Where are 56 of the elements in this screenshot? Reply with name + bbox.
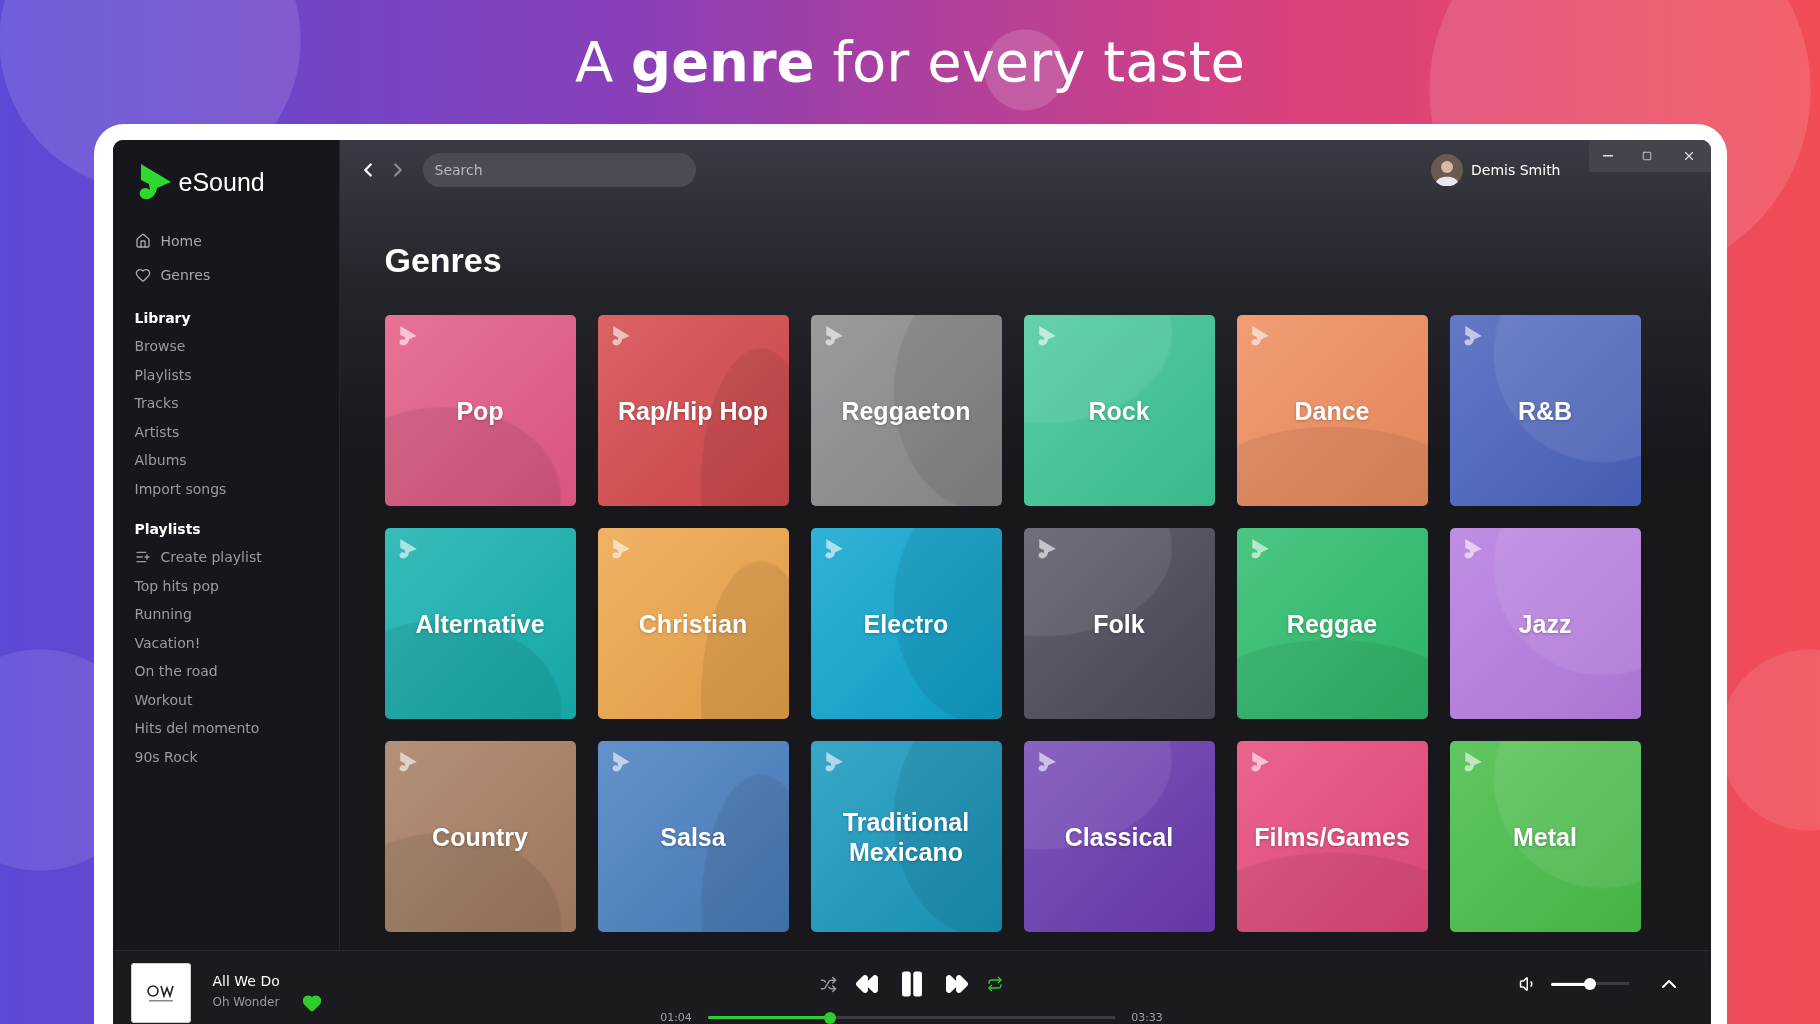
genre-card[interactable]: Pop — [384, 315, 576, 506]
like-button[interactable] — [301, 993, 322, 1013]
sidebar-link[interactable]: Playlists — [134, 360, 339, 389]
sidebar-link[interactable]: 90s Rock — [134, 742, 339, 771]
nav-item[interactable]: Home — [134, 224, 339, 258]
artist-name: Oh Wonder — [212, 995, 280, 1009]
sidebar-link[interactable]: Hits del momento — [134, 714, 339, 743]
user-name: Demis Smith — [1471, 162, 1561, 178]
fast-forward-icon — [945, 972, 969, 996]
sidebar-link[interactable]: Vacation! — [134, 628, 339, 657]
minimize-button[interactable] — [1603, 155, 1614, 157]
minimize-icon — [1603, 155, 1614, 157]
genre-card[interactable]: Rap/Hip Hop — [597, 315, 789, 506]
avatar[interactable] — [1431, 154, 1464, 186]
search-field[interactable]: Search — [422, 153, 696, 187]
create-playlist-link[interactable]: Create playlist — [134, 543, 339, 572]
shuffle-button[interactable] — [820, 975, 837, 993]
shuffle-icon — [820, 975, 837, 993]
genre-card[interactable]: Folk — [1023, 528, 1215, 719]
rewind-button[interactable] — [855, 972, 879, 996]
sidebar-link[interactable]: Tracks — [134, 389, 339, 418]
sidebar-link[interactable]: Artists — [134, 417, 339, 446]
app-logo: eSound — [178, 167, 265, 197]
genre-card[interactable]: Traditional Mexicano — [810, 741, 1002, 932]
rewind-icon — [855, 972, 879, 996]
elapsed-time: 01:04 — [659, 1011, 693, 1024]
heart-icon — [301, 993, 322, 1013]
duration-time: 03:33 — [1130, 1011, 1164, 1024]
sidebar-link[interactable]: Browse — [134, 332, 339, 361]
sidebar-link[interactable]: Running — [134, 600, 339, 629]
genre-card[interactable]: Reggaeton — [810, 315, 1002, 506]
sidebar-link[interactable]: On the road — [134, 657, 339, 686]
sidebar-link[interactable]: Albums — [134, 446, 339, 475]
maximize-icon — [1642, 151, 1653, 161]
progress-handle[interactable] — [824, 1011, 837, 1024]
home-icon — [134, 233, 151, 249]
sidebar-link[interactable]: Top hits pop — [134, 571, 339, 600]
repeat-button[interactable] — [987, 976, 1003, 992]
volume-handle[interactable] — [1583, 978, 1596, 990]
genre-card[interactable]: Classical — [1023, 741, 1215, 932]
repeat-icon — [987, 976, 1003, 992]
maximize-button[interactable] — [1642, 151, 1653, 161]
sidebar-link[interactable]: Workout — [134, 685, 339, 714]
section-title: Library — [134, 310, 192, 326]
page-title: Genres — [384, 240, 503, 280]
nav-item[interactable]: Genres — [134, 258, 339, 292]
section-title: Playlists — [134, 521, 202, 537]
headline: A genre for every taste — [574, 28, 1246, 96]
heart-icon — [134, 267, 151, 283]
track-title: All We Do — [212, 973, 280, 989]
genre-card[interactable]: Films/Games — [1236, 741, 1428, 932]
sidebar-link[interactable]: Import songs — [134, 474, 339, 503]
fast-forward-button[interactable] — [945, 972, 969, 996]
genre-card[interactable]: R&B — [1449, 315, 1641, 506]
genre-card[interactable]: Country — [384, 741, 576, 932]
genre-card[interactable]: Salsa — [597, 741, 789, 932]
